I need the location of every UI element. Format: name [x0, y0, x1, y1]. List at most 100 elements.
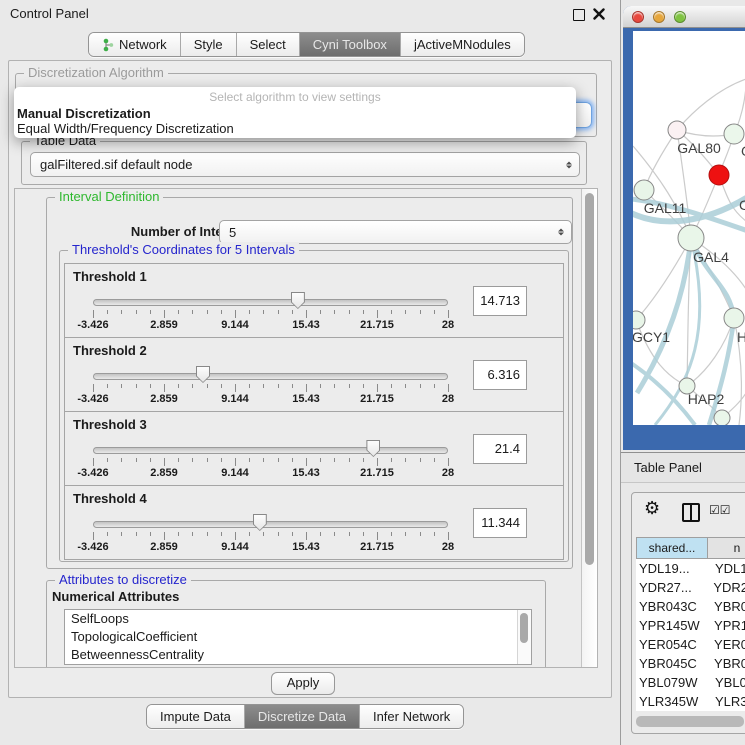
- dropdown-item-equal-width-frequency[interactable]: Equal Width/Frequency Discretization: [17, 121, 234, 136]
- tick-label: 2.859: [150, 467, 178, 479]
- tick-label: 9.144: [221, 541, 249, 553]
- zoom-traffic-light-icon[interactable]: [674, 11, 686, 23]
- group-label: Threshold's Coordinates for 5 Intervals: [68, 242, 299, 257]
- top-tab-bar: Network StyleSelectCyni Toolbox jActiveMNo…: [88, 32, 525, 57]
- network-node[interactable]: [714, 410, 730, 425]
- tab-style[interactable]: Style: [181, 33, 237, 56]
- network-canvas[interactable]: GAL80GACGAL11GAL4GCY1HHAP2: [633, 31, 745, 425]
- slider-track[interactable]: [93, 299, 448, 306]
- column-header-name[interactable]: n: [707, 537, 745, 559]
- tab-jactivemnodules[interactable]: jActiveMNodules: [401, 33, 524, 56]
- table-row[interactable]: YDR27...YDR2: [636, 578, 745, 597]
- gear-icon[interactable]: ⚙: [644, 498, 660, 519]
- slider-thumb[interactable]: [196, 366, 210, 383]
- scrollbar-thumb[interactable]: [636, 716, 744, 727]
- horizontal-scrollbar[interactable]: [636, 716, 744, 727]
- threshold-value-field[interactable]: 14.713: [473, 286, 527, 316]
- attributes-scrollbar[interactable]: [517, 610, 531, 664]
- table-rows: YDL19...YDL1YDR27...YDR2YBR043CYBR0YPR14…: [636, 559, 745, 711]
- cell-name: YBR0: [707, 656, 745, 671]
- vertical-scrollbar[interactable]: [581, 189, 597, 667]
- slider-track[interactable]: [93, 447, 448, 454]
- node-label: GAL4: [693, 249, 729, 265]
- slider-track[interactable]: [93, 373, 448, 380]
- threshold-value-field[interactable]: 21.4: [473, 434, 527, 464]
- network-node[interactable]: [633, 311, 645, 329]
- tab-network[interactable]: Network: [89, 33, 181, 56]
- settings-scroll-area: Interval Definition Number of Intervals …: [14, 188, 598, 668]
- network-node[interactable]: [724, 124, 744, 144]
- network-node[interactable]: [709, 165, 729, 185]
- network-node[interactable]: [724, 308, 744, 328]
- tick-label: 15.43: [292, 393, 320, 405]
- attributes-to-discretize-group: Attributes to discretize Numerical Attri…: [46, 580, 546, 668]
- slider-ticks: [93, 384, 448, 393]
- tick-label: 2.859: [150, 541, 178, 553]
- attribute-item[interactable]: BetweennessCentrality: [65, 646, 531, 664]
- tick-label: -3.426: [77, 319, 108, 331]
- minimize-traffic-light-icon[interactable]: [653, 11, 665, 23]
- table-row[interactable]: YER054CYER0: [636, 635, 745, 654]
- float-window-icon[interactable]: [573, 9, 585, 21]
- slider-track[interactable]: [93, 521, 448, 528]
- tab-discretize-data[interactable]: Discretize Data: [245, 705, 360, 728]
- table-row[interactable]: YBR043CYBR0: [636, 597, 745, 616]
- threshold-value-field[interactable]: 11.344: [473, 508, 527, 538]
- numerical-attributes-list[interactable]: SelfLoopsTopologicalCoefficientBetweenne…: [64, 609, 532, 665]
- cell-shared-name: YLR345W: [636, 694, 708, 709]
- attribute-item[interactable]: SelfLoops: [65, 610, 531, 628]
- tick-label: 21.715: [360, 319, 394, 331]
- threshold-label: Threshold 3: [73, 417, 147, 432]
- tab-select[interactable]: Select: [237, 33, 300, 56]
- number-of-intervals-value: 5: [229, 225, 236, 240]
- tab-impute-data[interactable]: Impute Data: [147, 705, 245, 728]
- table-row[interactable]: YLR345WYLR3: [636, 692, 745, 711]
- apply-button[interactable]: Apply: [271, 672, 335, 695]
- discretize-data-panel: Discretization Algorithm Select algorith…: [8, 60, 612, 698]
- tick-label: 21.715: [360, 541, 394, 553]
- network-node[interactable]: [678, 225, 704, 251]
- slider-thumb[interactable]: [253, 514, 267, 531]
- threshold-panel-4: Threshold 4-3.4262.8599.14415.4321.71528…: [64, 485, 564, 560]
- scrollbar-thumb[interactable]: [520, 613, 528, 643]
- tick-label: 28: [442, 319, 454, 331]
- spinner-arrows-icon: [558, 229, 564, 236]
- table-row[interactable]: YDL19...YDL1: [636, 559, 745, 578]
- network-window-titlebar: [623, 6, 745, 28]
- spinner-arrows-icon: [566, 161, 572, 168]
- node-label: GAL80: [677, 140, 721, 156]
- threshold-value-field[interactable]: 6.316: [473, 360, 527, 390]
- dropdown-item-manual-discretization[interactable]: Manual Discretization: [17, 106, 151, 121]
- table-row[interactable]: YBL079WYBL0: [636, 673, 745, 692]
- threshold-label: Threshold 2: [73, 343, 147, 358]
- slider-ticks: [93, 458, 448, 467]
- node-label: GA: [741, 143, 745, 159]
- number-of-intervals-combobox[interactable]: 5: [219, 220, 572, 244]
- table-row[interactable]: YPR145WYPR1: [636, 616, 745, 635]
- cell-name: YLR3: [708, 694, 745, 709]
- attribute-item[interactable]: TopologicalCoefficient: [65, 628, 531, 646]
- slider-thumb[interactable]: [366, 440, 380, 457]
- slider-thumb[interactable]: [291, 292, 305, 309]
- select-columns-icon[interactable]: ☑☑: [709, 503, 731, 517]
- scrollbar-thumb[interactable]: [585, 193, 594, 565]
- bottom-tab-bar: Impute DataDiscretize DataInfer Network: [146, 704, 464, 729]
- close-icon[interactable]: [593, 8, 605, 20]
- threshold-panels: Threshold 1-3.4262.8599.14415.4321.71528…: [64, 264, 564, 560]
- table-row[interactable]: YBR045CYBR0: [636, 654, 745, 673]
- split-columns-icon[interactable]: [682, 503, 700, 522]
- tab-cyni-toolbox[interactable]: Cyni Toolbox: [300, 33, 401, 56]
- column-header-shared-name[interactable]: shared...: [636, 537, 708, 559]
- tab-label: Network: [119, 37, 167, 52]
- network-node[interactable]: [634, 180, 654, 200]
- tick-label: 2.859: [150, 319, 178, 331]
- tab-infer-network[interactable]: Infer Network: [360, 705, 463, 728]
- close-traffic-light-icon[interactable]: [632, 11, 644, 23]
- tick-label: 15.43: [292, 467, 320, 479]
- network-node[interactable]: [668, 121, 686, 139]
- node-label: GAL11: [644, 200, 687, 216]
- dropdown-placeholder: Select algorithm to view settings: [14, 90, 576, 104]
- node-label: H: [737, 329, 745, 345]
- table-data-combobox[interactable]: galFiltered.sif default node: [30, 152, 580, 177]
- tab-label: jActiveMNodules: [414, 37, 511, 52]
